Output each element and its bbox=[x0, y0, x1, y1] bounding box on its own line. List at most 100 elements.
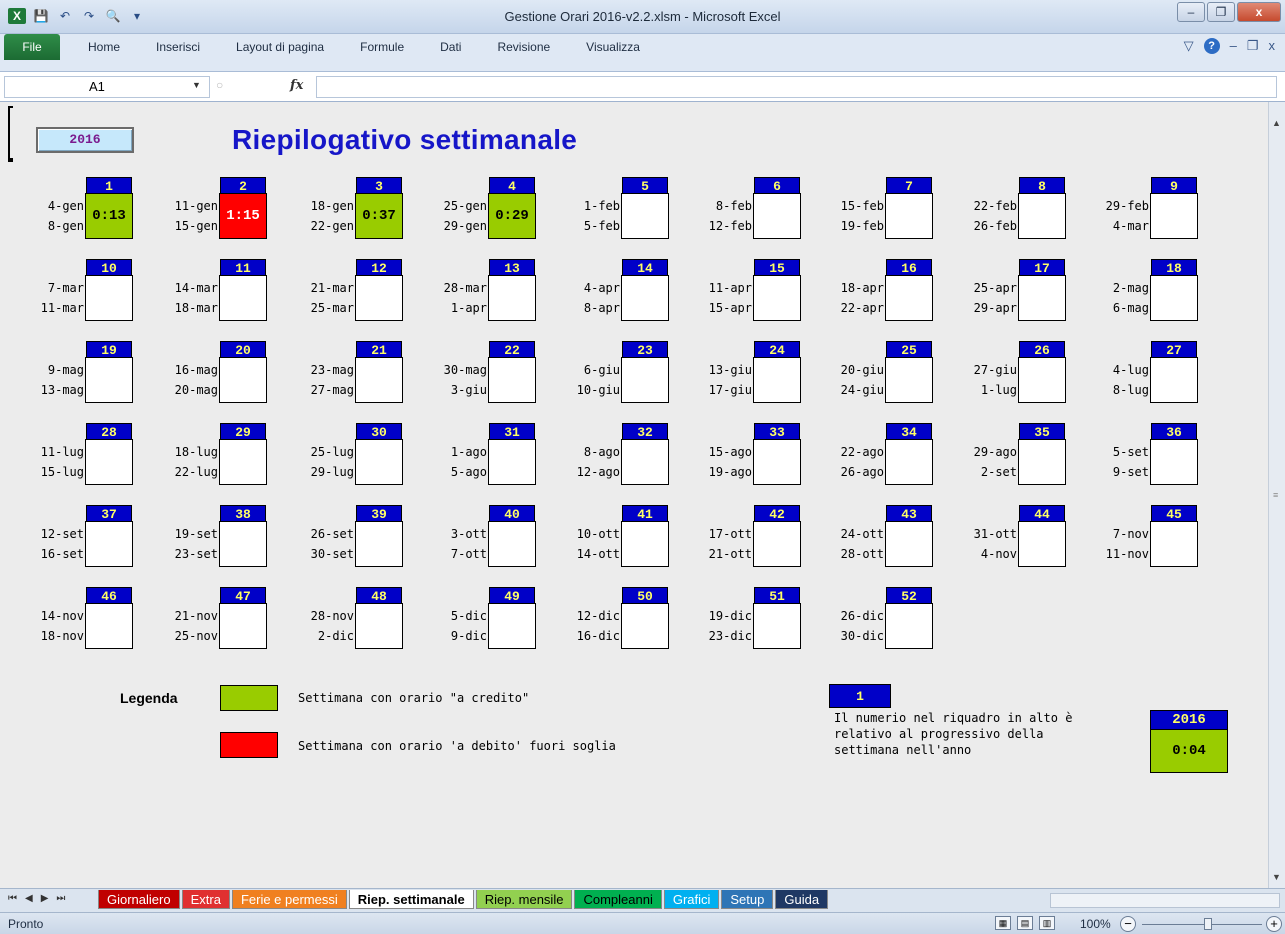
week-hours-cell[interactable] bbox=[355, 439, 403, 485]
week-hours-cell[interactable] bbox=[85, 439, 133, 485]
week-hours-cell[interactable] bbox=[1018, 521, 1066, 567]
week-hours-cell[interactable] bbox=[85, 521, 133, 567]
sheet-tab[interactable]: Setup bbox=[721, 890, 774, 909]
last-sheet-icon[interactable]: ⏭ bbox=[56, 893, 65, 904]
zoom-in-button[interactable]: + bbox=[1266, 916, 1282, 932]
week-hours-cell[interactable] bbox=[753, 275, 801, 321]
prev-sheet-icon[interactable]: ◀ bbox=[25, 893, 33, 904]
week-hours-cell[interactable] bbox=[753, 521, 801, 567]
tab-data[interactable]: Dati bbox=[440, 40, 461, 54]
tab-formulas[interactable]: Formule bbox=[360, 40, 404, 54]
week-hours-cell[interactable] bbox=[885, 193, 933, 239]
sheet-tab[interactable]: Riep. settimanale bbox=[348, 890, 474, 909]
week-hours-cell[interactable]: 0:29 bbox=[488, 193, 536, 239]
sheet-tab[interactable]: Grafici bbox=[663, 890, 720, 909]
week-hours-cell[interactable] bbox=[753, 439, 801, 485]
week-hours-cell[interactable] bbox=[621, 357, 669, 403]
week-hours-cell[interactable] bbox=[488, 357, 536, 403]
scroll-down-icon[interactable]: ▼ bbox=[1272, 872, 1281, 882]
week-hours-cell[interactable] bbox=[621, 521, 669, 567]
week-hours-cell[interactable] bbox=[355, 521, 403, 567]
sheet-tab[interactable]: Extra bbox=[181, 890, 230, 909]
name-box[interactable]: A1 bbox=[4, 76, 210, 98]
week-hours-cell[interactable] bbox=[85, 603, 133, 649]
week-hours-cell[interactable]: 1:15 bbox=[219, 193, 267, 239]
first-sheet-icon[interactable]: ⏮ bbox=[8, 893, 17, 904]
sheet-tab[interactable]: Compleanni bbox=[574, 890, 662, 909]
week-hours-cell[interactable] bbox=[355, 357, 403, 403]
week-hours-cell[interactable] bbox=[621, 275, 669, 321]
week-hours-cell[interactable] bbox=[219, 357, 267, 403]
close-button[interactable]: x bbox=[1237, 2, 1281, 22]
ribbon-collapse-icon[interactable]: ▽ bbox=[1184, 38, 1194, 54]
week-hours-cell[interactable] bbox=[219, 275, 267, 321]
week-hours-cell[interactable] bbox=[885, 357, 933, 403]
sheet-tab[interactable]: Riep. mensile bbox=[475, 890, 573, 909]
zoom-out-button[interactable]: − bbox=[1120, 916, 1136, 932]
week-hours-cell[interactable] bbox=[85, 357, 133, 403]
week-hours-cell[interactable] bbox=[885, 603, 933, 649]
week-hours-cell[interactable] bbox=[753, 603, 801, 649]
sheet-tab[interactable]: Ferie e permessi bbox=[231, 890, 347, 909]
week-hours-cell[interactable] bbox=[1150, 357, 1198, 403]
tab-review[interactable]: Revisione bbox=[497, 40, 550, 54]
insert-function-icon[interactable]: fx bbox=[290, 78, 303, 93]
zoom-level[interactable]: 100% bbox=[1080, 917, 1111, 931]
week-hours-cell[interactable] bbox=[1150, 521, 1198, 567]
week-hours-cell[interactable] bbox=[355, 275, 403, 321]
week-hours-cell[interactable]: 0:37 bbox=[355, 193, 403, 239]
week-hours-cell[interactable] bbox=[219, 439, 267, 485]
tab-page-layout[interactable]: Layout di pagina bbox=[236, 40, 324, 54]
formula-input[interactable] bbox=[316, 76, 1277, 98]
week-hours-cell[interactable] bbox=[753, 193, 801, 239]
week-hours-cell[interactable] bbox=[1150, 193, 1198, 239]
week-hours-cell[interactable] bbox=[85, 275, 133, 321]
vertical-scrollbar[interactable]: ▲ ≡ ▼ bbox=[1268, 102, 1285, 888]
horizontal-scrollbar[interactable] bbox=[1050, 893, 1280, 908]
page-break-view-icon[interactable]: ▥ bbox=[1039, 916, 1055, 930]
week-hours-cell[interactable] bbox=[488, 603, 536, 649]
week-hours-cell[interactable] bbox=[219, 603, 267, 649]
tab-file[interactable]: File bbox=[4, 34, 60, 60]
scroll-up-icon[interactable]: ▲ bbox=[1272, 118, 1281, 128]
zoom-slider-handle[interactable] bbox=[1204, 918, 1212, 930]
week-hours-cell[interactable] bbox=[1150, 275, 1198, 321]
week-hours-cell[interactable] bbox=[885, 439, 933, 485]
tab-insert[interactable]: Inserisci bbox=[156, 40, 200, 54]
zoom-slider[interactable] bbox=[1142, 924, 1262, 925]
restore-button[interactable]: ❐ bbox=[1207, 2, 1235, 22]
chevron-down-icon[interactable]: ▼ bbox=[192, 80, 201, 90]
week-hours-cell[interactable] bbox=[355, 603, 403, 649]
week-hours-cell[interactable] bbox=[621, 193, 669, 239]
week-hours-cell[interactable] bbox=[1018, 439, 1066, 485]
week-hours-cell[interactable] bbox=[219, 521, 267, 567]
sheet-tab[interactable]: Guida bbox=[775, 890, 829, 909]
week-hours-cell[interactable] bbox=[621, 603, 669, 649]
week-hours-cell[interactable] bbox=[488, 521, 536, 567]
scroll-grip-icon[interactable]: ≡ bbox=[1273, 490, 1278, 500]
week-hours-cell[interactable] bbox=[753, 357, 801, 403]
tab-view[interactable]: Visualizza bbox=[586, 40, 640, 54]
tab-home[interactable]: Home bbox=[88, 40, 120, 54]
week-hours-cell[interactable] bbox=[488, 439, 536, 485]
week-hours-cell[interactable]: 0:13 bbox=[85, 193, 133, 239]
week-start-date: 21-nov bbox=[174, 609, 218, 623]
week-hours-cell[interactable] bbox=[1018, 275, 1066, 321]
week-hours-cell[interactable] bbox=[488, 275, 536, 321]
next-sheet-icon[interactable]: ▶ bbox=[41, 893, 49, 904]
help-icon[interactable]: ? bbox=[1203, 38, 1220, 54]
week-hours-cell[interactable] bbox=[1150, 439, 1198, 485]
normal-view-icon[interactable]: ▦ bbox=[995, 916, 1011, 930]
week-hours-cell[interactable] bbox=[1018, 193, 1066, 239]
minimize-button[interactable]: – bbox=[1177, 2, 1205, 22]
year-button[interactable]: 2016 bbox=[36, 127, 134, 153]
week-hours-cell[interactable] bbox=[885, 521, 933, 567]
week-hours-cell[interactable] bbox=[621, 439, 669, 485]
doc-minimize-icon[interactable]: – bbox=[1230, 38, 1237, 54]
doc-restore-icon[interactable]: ❐ bbox=[1247, 38, 1259, 54]
sheet-tab[interactable]: Giornaliero bbox=[98, 890, 180, 909]
doc-close-icon[interactable]: x bbox=[1269, 38, 1276, 54]
week-hours-cell[interactable] bbox=[1018, 357, 1066, 403]
page-layout-view-icon[interactable]: ▤ bbox=[1017, 916, 1033, 930]
week-hours-cell[interactable] bbox=[885, 275, 933, 321]
